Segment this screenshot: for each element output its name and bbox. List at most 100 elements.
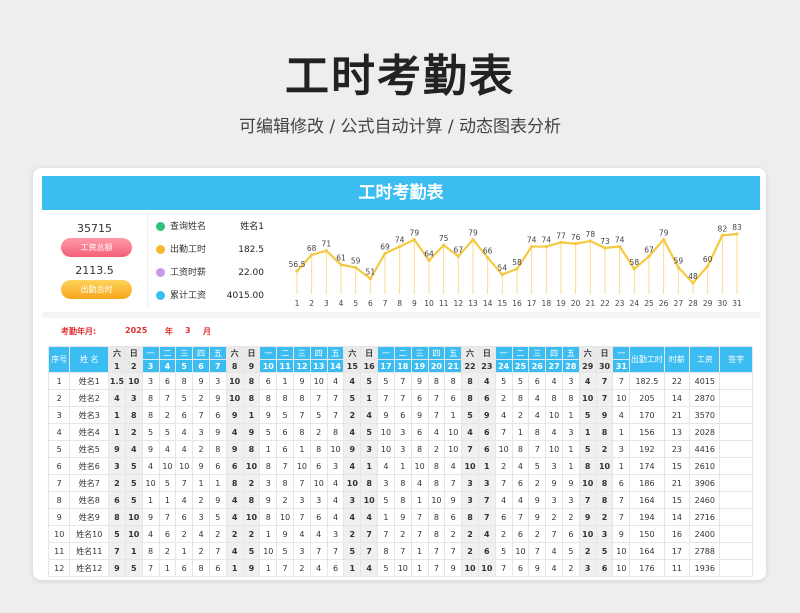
cell-day-hours[interactable]: 8 (259, 508, 278, 526)
cell-day-hours[interactable]: 3 (293, 542, 311, 560)
cell-day-hours[interactable]: 7 (427, 406, 446, 424)
cell-day-hours[interactable]: 5 (276, 406, 294, 424)
cell-day-hours[interactable]: 10 (578, 474, 597, 492)
cell-day-hours[interactable]: 6 (158, 525, 177, 543)
cell-day-hours[interactable]: 8 (293, 389, 311, 407)
cell-day-hours[interactable]: 2 (124, 423, 143, 441)
cell-day-hours[interactable]: 2 (242, 525, 261, 543)
cell-day-hours[interactable]: 4 (528, 389, 547, 407)
cell-day-hours[interactable]: 8 (595, 474, 614, 492)
cell-day-hours[interactable]: 7 (175, 474, 194, 492)
cell-day-hours[interactable]: 7 (494, 423, 513, 441)
cell-day-hours[interactable]: 4 (528, 406, 547, 424)
cell-day-hours[interactable]: 9 (208, 491, 227, 509)
cell-day-hours[interactable]: 8 (393, 491, 412, 509)
cell-day-hours[interactable]: 4 (326, 474, 345, 492)
cell-day-hours[interactable]: 7 (595, 389, 614, 407)
cell-day-hours[interactable]: 7 (444, 542, 463, 560)
cell-day-hours[interactable]: 5 (124, 559, 143, 577)
cell-day-hours[interactable]: 6 (528, 372, 547, 390)
cell-day-hours[interactable]: 2 (192, 440, 210, 458)
cell-day-hours[interactable]: 10 (377, 440, 395, 458)
cell-day-hours[interactable]: 9 (293, 372, 311, 390)
cell-day-hours[interactable]: 2 (494, 389, 513, 407)
cell-day-hours[interactable]: 8 (427, 525, 446, 543)
cell-day-hours[interactable]: 5 (259, 423, 278, 441)
cell-day-hours[interactable]: 9 (242, 559, 261, 577)
cell-day-hours[interactable]: 4 (326, 372, 345, 390)
cell-day-hours[interactable]: 1 (108, 423, 126, 441)
cell-day-hours[interactable]: 2 (343, 406, 362, 424)
cell-day-hours[interactable]: 2 (511, 406, 530, 424)
cell-day-hours[interactable]: 9 (259, 491, 278, 509)
cell-day-hours[interactable]: 7 (528, 440, 547, 458)
cell-day-hours[interactable]: 1 (578, 423, 597, 441)
cell-day-hours[interactable]: 2 (309, 423, 328, 441)
cell-day-hours[interactable]: 10 (242, 457, 261, 475)
cell-day-hours[interactable]: 5 (528, 457, 547, 475)
cell-day-hours[interactable]: 7 (293, 474, 311, 492)
cell-day-hours[interactable]: 3 (578, 559, 597, 577)
cell-day-hours[interactable]: 4 (545, 559, 563, 577)
cell-day-hours[interactable]: 2 (562, 559, 580, 577)
cell-day-hours[interactable]: 1 (612, 457, 631, 475)
cell-day-hours[interactable]: 8 (208, 440, 227, 458)
cell-sign[interactable] (719, 508, 753, 526)
cell-day-hours[interactable]: 3 (562, 491, 580, 509)
cell-day-hours[interactable]: 5 (377, 491, 395, 509)
cell-day-hours[interactable]: 10 (309, 372, 328, 390)
cell-day-hours[interactable]: 4 (192, 525, 210, 543)
cell-day-hours[interactable]: 9 (528, 559, 547, 577)
cell-day-hours[interactable]: 1 (562, 406, 580, 424)
cell-day-hours[interactable]: 6 (225, 457, 244, 475)
cell-day-hours[interactable]: 3 (141, 372, 160, 390)
cell-day-hours[interactable]: 10 (578, 525, 597, 543)
cell-day-hours[interactable]: 5 (175, 389, 194, 407)
cell-day-hours[interactable]: 4 (309, 525, 328, 543)
cell-day-hours[interactable]: 4 (175, 423, 194, 441)
cell-day-hours[interactable]: 9 (410, 406, 429, 424)
cell-day-hours[interactable]: 8 (326, 423, 345, 441)
cell-day-hours[interactable]: 2 (192, 542, 210, 560)
cell-day-hours[interactable]: 2 (427, 440, 446, 458)
cell-day-hours[interactable]: 8 (242, 372, 261, 390)
cell-day-hours[interactable]: 10 (141, 474, 160, 492)
cell-day-hours[interactable]: 5 (158, 474, 177, 492)
cell-day-hours[interactable]: 6 (393, 406, 412, 424)
cell-day-hours[interactable]: 4 (293, 525, 311, 543)
cell-day-hours[interactable]: 1 (562, 440, 580, 458)
cell-day-hours[interactable]: 4 (175, 440, 194, 458)
cell-day-hours[interactable]: 4 (612, 406, 631, 424)
cell-day-hours[interactable]: 7 (141, 559, 160, 577)
cell-day-hours[interactable]: 7 (393, 542, 412, 560)
cell-day-hours[interactable]: 6 (494, 508, 513, 526)
cell-day-hours[interactable]: 3 (108, 457, 126, 475)
cell-day-hours[interactable]: 10 (612, 559, 631, 577)
cell-day-hours[interactable]: 7 (528, 542, 547, 560)
cell-day-hours[interactable]: 1 (242, 406, 261, 424)
cell-day-hours[interactable]: 9 (141, 440, 160, 458)
cell-day-hours[interactable]: 8 (528, 423, 547, 441)
cell-day-hours[interactable]: 2 (528, 525, 547, 543)
cell-day-hours[interactable]: 5 (461, 406, 479, 424)
cell-day-hours[interactable]: 10 (578, 389, 597, 407)
cell-day-hours[interactable]: 8 (578, 457, 597, 475)
cell-day-hours[interactable]: 9 (225, 406, 244, 424)
cell-day-hours[interactable]: 6 (175, 559, 194, 577)
cell-day-hours[interactable]: 5 (124, 491, 143, 509)
cell-sign[interactable] (719, 440, 753, 458)
cell-day-hours[interactable]: 8 (427, 508, 446, 526)
cell-day-hours[interactable]: 5 (276, 542, 294, 560)
cell-day-hours[interactable]: 4 (461, 423, 479, 441)
cell-day-hours[interactable]: 1.5 (108, 372, 126, 390)
wage-total-button[interactable]: 工资总额 (61, 238, 132, 257)
cell-day-hours[interactable]: 10 (225, 389, 244, 407)
cell-day-hours[interactable]: 1 (612, 423, 631, 441)
cell-day-hours[interactable]: 7 (208, 542, 227, 560)
cell-day-hours[interactable]: 7 (410, 525, 429, 543)
cell-day-hours[interactable]: 6 (511, 474, 530, 492)
cell-sign[interactable] (719, 372, 753, 390)
cell-day-hours[interactable]: 9 (192, 457, 210, 475)
cell-day-hours[interactable]: 3 (124, 389, 143, 407)
cell-day-hours[interactable]: 2 (208, 525, 227, 543)
